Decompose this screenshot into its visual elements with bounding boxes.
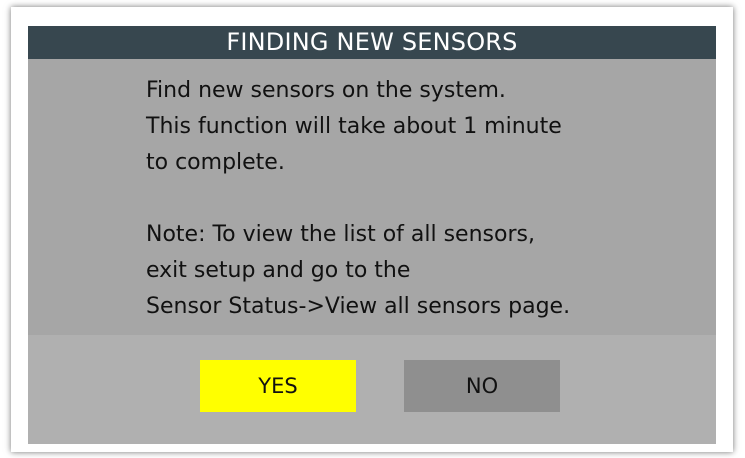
note-line: Sensor Status->View all sensors page. [146, 294, 571, 319]
message-line-blank [146, 181, 570, 217]
no-button[interactable]: NO [404, 360, 560, 412]
message-line: Find new sensors on the system. [146, 78, 506, 103]
note-line: exit setup and go to the [146, 258, 411, 283]
dialog-frame: FINDING NEW SENSORS Find new sensors on … [11, 7, 733, 452]
yes-button[interactable]: YES [200, 360, 356, 412]
dialog-button-bar: YES NO [28, 335, 716, 444]
note-line: Note: To view the list of all sensors, [146, 222, 535, 247]
finding-sensors-dialog: FINDING NEW SENSORS Find new sensors on … [28, 26, 716, 444]
dialog-title: FINDING NEW SENSORS [28, 26, 716, 59]
message-line: This function will take about 1 minute [146, 114, 562, 139]
dialog-message: Find new sensors on the system. This fun… [28, 59, 716, 335]
message-text: Find new sensors on the system. This fun… [146, 73, 570, 325]
message-line: to complete. [146, 150, 285, 175]
